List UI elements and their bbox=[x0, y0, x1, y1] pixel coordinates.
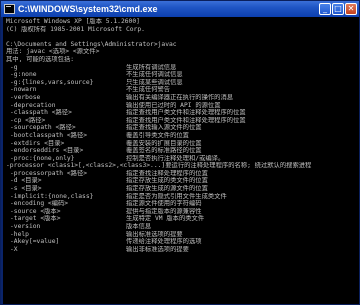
option-flag: -implicit:{none,class} bbox=[10, 192, 94, 200]
window-controls: _ □ ✕ bbox=[319, 3, 357, 15]
option-desc: 指定查找输入源文件的位置 bbox=[126, 124, 202, 132]
option-desc: 输出有关编译器正在执行的操作的消息 bbox=[126, 93, 234, 101]
option-flag: -sourcepath <路径> bbox=[10, 124, 76, 132]
option-flag: -version bbox=[10, 223, 41, 231]
option-desc: 传递给注释处理程序的选项 bbox=[126, 238, 202, 246]
option-flag: -deprecation bbox=[10, 101, 56, 109]
option-desc: 指定存放生成的源文件的位置 bbox=[126, 185, 208, 193]
maximize-button[interactable]: □ bbox=[332, 3, 344, 15]
option-flag: -nowarn bbox=[10, 86, 37, 94]
cmd-window: C:\WINDOWS\system32\cmd.exe _ □ ✕ Micros… bbox=[0, 0, 360, 305]
console-line: Microsoft Windows XP [版本 5.1.2600] bbox=[6, 18, 140, 25]
option-desc: 输出非标准选项的提要 bbox=[126, 245, 189, 253]
option-flag: -g:none bbox=[10, 71, 37, 79]
option-desc: 输出使用已过时的 API 的源位置 bbox=[126, 101, 221, 109]
option-flag: -proc:{none,only} bbox=[10, 154, 75, 162]
option-desc: 指定是否为隐式引用文件生成类文件 bbox=[126, 192, 227, 200]
option-row: -sourcepath <路径> 指定查找输入源文件的位置 bbox=[6, 124, 356, 132]
close-button[interactable]: ✕ bbox=[345, 3, 357, 15]
option-desc: 控制是否执行注释处理和/或编译。 bbox=[126, 154, 225, 162]
option-flag: -classpath <路径> bbox=[10, 109, 72, 117]
option-desc: 覆盖签名的标准路径的位置 bbox=[126, 147, 202, 155]
option-flag: -cp <路径> bbox=[10, 116, 46, 124]
option-desc: 生成所有调试信息 bbox=[126, 63, 177, 71]
option-row: -cp <路径> 指定查找用户类文件和注释处理程序的位置 bbox=[6, 117, 356, 125]
option-row: -processorpath <路径> 指定查找注释处理程序的位置 bbox=[6, 170, 356, 178]
option-flag: -s <目录> bbox=[10, 185, 42, 193]
option-row: -target <版本> 生成特定 VM 版本的类文件 bbox=[6, 215, 356, 223]
option-desc: 不生成任何警告 bbox=[126, 86, 171, 94]
option-desc: 不生成任何调试信息 bbox=[126, 71, 183, 79]
option-desc: 版本信息 bbox=[126, 223, 152, 231]
option-desc: 输出标准选项的提要 bbox=[126, 230, 183, 238]
console-output[interactable]: Microsoft Windows XP [版本 5.1.2600] (C) 版… bbox=[3, 17, 359, 304]
option-row: -d <目录> 指定存放生成的类文件的位置 bbox=[6, 177, 356, 185]
option-row: -classpath <路径> 指定查找用户类文件和注释处理程序的位置 bbox=[6, 109, 356, 117]
console-line: 用法: javac <选项> <源文件> bbox=[6, 48, 100, 56]
option-flag: -extdirs <目录> bbox=[10, 139, 65, 147]
option-flag: -Akey[=value] bbox=[10, 238, 60, 246]
option-flag: -g:{lines,vars,source} bbox=[10, 78, 94, 86]
option-flag: -processorpath <路径> bbox=[10, 169, 88, 177]
console-line: (C) 版权所有 1985-2001 Microsoft Corp. bbox=[6, 25, 145, 33]
option-desc: 指定查找用户类文件和注释处理程序的位置 bbox=[126, 116, 246, 124]
option-row: -help 输出标准选项的提要 bbox=[6, 231, 356, 239]
title-bar[interactable]: C:\WINDOWS\system32\cmd.exe _ □ ✕ bbox=[1, 1, 359, 17]
option-flag: -endorseddirs <目录> bbox=[10, 147, 84, 155]
console-line: C:\Documents and Settings\Administrator>… bbox=[6, 40, 177, 48]
option-row: -verbose 输出有关编译器正在执行的操作的消息 bbox=[6, 94, 356, 102]
option-desc: 只生成某些调试信息 bbox=[126, 78, 183, 86]
window-title: C:\WINDOWS\system32\cmd.exe bbox=[18, 4, 158, 14]
console-line: 其中, 可能的选项包括: bbox=[6, 55, 75, 63]
option-flag: -bootclasspath <路径> bbox=[10, 131, 88, 139]
option-desc: 指定源文件使用的字符编码 bbox=[126, 200, 202, 208]
option-row: -extdirs <目录> 覆盖安装的扩展目录的位置 bbox=[6, 140, 356, 148]
processor-option-line: -processor <class1>[,<class2>,<class3>..… bbox=[6, 162, 312, 170]
option-desc: 指定查找用户类文件和注释处理程序的位置 bbox=[126, 109, 246, 117]
option-row: -encoding <编码> 指定源文件使用的字符编码 bbox=[6, 200, 356, 208]
option-flag: -source <版本> bbox=[10, 207, 61, 215]
option-flag: -target <版本> bbox=[10, 215, 61, 223]
option-row: -version 版本信息 bbox=[6, 223, 356, 231]
option-row: -endorseddirs <目录> 覆盖签名的标准路径的位置 bbox=[6, 147, 356, 155]
option-row: -g 生成所有调试信息 bbox=[6, 64, 356, 72]
option-row: -s <目录> 指定存放生成的源文件的位置 bbox=[6, 185, 356, 193]
option-row: -nowarn 不生成任何警告 bbox=[6, 86, 356, 94]
option-desc: 指定查找注释处理程序的位置 bbox=[126, 169, 208, 177]
option-flag: -encoding <编码> bbox=[10, 200, 69, 208]
minimize-button[interactable]: _ bbox=[319, 3, 331, 15]
console-icon bbox=[4, 4, 15, 14]
option-row: -g:{lines,vars,source} 只生成某些调试信息 bbox=[6, 79, 356, 87]
option-desc: 生成特定 VM 版本的类文件 bbox=[126, 215, 205, 223]
option-flag: -d <目录> bbox=[10, 177, 42, 185]
option-flag: -help bbox=[10, 230, 29, 238]
option-row: -Akey[=value] 传递给注释处理程序的选项 bbox=[6, 238, 356, 246]
option-row: -deprecation 输出使用已过时的 API 的源位置 bbox=[6, 102, 356, 110]
option-row: -proc:{none,only} 控制是否执行注释处理和/或编译。 bbox=[6, 155, 356, 163]
option-desc: 提供与指定版本的源兼容性 bbox=[126, 207, 202, 215]
option-row: -source <版本> 提供与指定版本的源兼容性 bbox=[6, 208, 356, 216]
option-desc: 覆盖引导类文件的位置 bbox=[126, 131, 189, 139]
option-flag: -X bbox=[10, 245, 18, 253]
option-row: -g:none 不生成任何调试信息 bbox=[6, 71, 356, 79]
option-desc: 指定存放生成的类文件的位置 bbox=[126, 177, 208, 185]
option-desc: 覆盖安装的扩展目录的位置 bbox=[126, 139, 202, 147]
option-row: -implicit:{none,class} 指定是否为隐式引用文件生成类文件 bbox=[6, 193, 356, 201]
option-flag: -g bbox=[10, 63, 18, 71]
option-row: -bootclasspath <路径> 覆盖引导类文件的位置 bbox=[6, 132, 356, 140]
option-flag: -verbose bbox=[10, 93, 41, 101]
option-row: -X 输出非标准选项的提要 bbox=[6, 246, 356, 254]
